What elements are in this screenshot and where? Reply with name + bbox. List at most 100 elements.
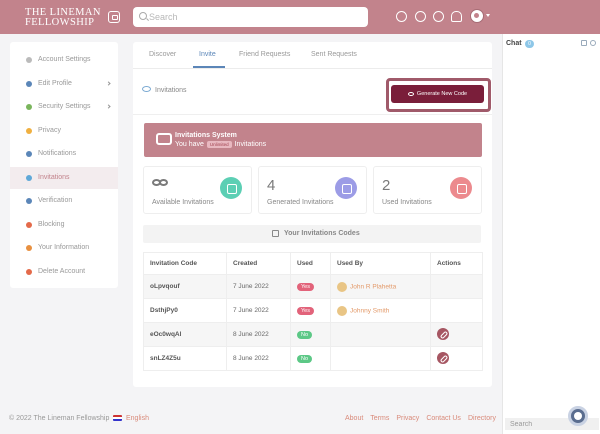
chevron-right-icon bbox=[106, 104, 111, 109]
messages-icon[interactable] bbox=[433, 11, 444, 22]
table-row: DsthjPy0 7 June 2022 Yes Johnny Smith bbox=[143, 298, 483, 323]
bell-icon bbox=[26, 151, 32, 157]
global-search[interactable] bbox=[133, 7, 368, 27]
block-icon bbox=[26, 221, 32, 228]
sidebar-item-label: Your Information bbox=[38, 244, 90, 251]
user-icon bbox=[26, 80, 32, 87]
unlimited-badge: Unlimited bbox=[206, 141, 232, 148]
eye-icon bbox=[407, 92, 414, 96]
created-cell: 7 June 2022 bbox=[226, 274, 291, 299]
friends-icon[interactable] bbox=[415, 11, 426, 22]
footer-link[interactable]: Contact Us bbox=[426, 415, 461, 422]
copy-link-button[interactable] bbox=[437, 351, 449, 364]
sidebar-item[interactable]: Your Information bbox=[10, 237, 118, 259]
sidebar-item-label: Invitations bbox=[38, 173, 70, 181]
gear-icon[interactable] bbox=[590, 40, 596, 46]
user-avatar[interactable] bbox=[470, 9, 484, 23]
chevron-down-icon[interactable] bbox=[486, 14, 490, 17]
stat-available: Available Invitations bbox=[143, 166, 252, 214]
check-icon bbox=[26, 198, 32, 204]
footer-link[interactable]: Directory bbox=[468, 415, 496, 422]
used-status-badge: No bbox=[297, 354, 313, 363]
invitation-code-cell: eOc0wqAl bbox=[143, 322, 227, 347]
add-circle-icon[interactable] bbox=[396, 11, 407, 22]
mail-icon bbox=[335, 177, 357, 199]
used-cell: No bbox=[290, 346, 331, 371]
sidebar-item[interactable]: Security Settings bbox=[10, 96, 118, 118]
sidebar-item[interactable]: Blocking bbox=[10, 214, 118, 236]
stat-label: Used Invitations bbox=[382, 199, 432, 206]
generate-button-label: Generate New Code bbox=[416, 91, 468, 97]
trash-icon bbox=[26, 268, 32, 275]
main-content: Discover Invite Friend Requests Sent Req… bbox=[133, 42, 492, 387]
tab-invite[interactable]: Invite bbox=[199, 51, 216, 58]
ticket-icon bbox=[156, 133, 172, 145]
sidebar-item[interactable]: Invitations bbox=[10, 166, 118, 189]
codes-title: Your Invitations Codes bbox=[284, 230, 360, 237]
table-row: oLpvqouf 7 June 2022 Yes John R Plahetta bbox=[143, 274, 483, 299]
sidebar-item-label: Account Settings bbox=[38, 56, 91, 63]
created-cell: 8 June 2022 bbox=[226, 322, 291, 347]
actions-cell bbox=[430, 298, 483, 323]
eye-icon bbox=[142, 86, 151, 92]
used-status-badge: Yes bbox=[297, 306, 314, 315]
sidebar-item[interactable]: Account Settings bbox=[10, 49, 118, 71]
sidebar-item-label: Verification bbox=[38, 197, 73, 204]
sidebar-item-label: Delete Account bbox=[38, 267, 86, 275]
used-by-link[interactable]: John R Plahetta bbox=[350, 283, 396, 290]
tab-discover[interactable]: Discover bbox=[149, 51, 176, 58]
section-divider bbox=[133, 114, 492, 115]
copy-link-button[interactable] bbox=[437, 327, 449, 340]
language-selector[interactable]: English bbox=[126, 415, 149, 422]
stat-used: 2 Used Invitations bbox=[373, 166, 482, 214]
chat-launcher-button[interactable] bbox=[568, 406, 588, 426]
search-icon bbox=[139, 12, 147, 20]
codes-header: Your Invitations Codes bbox=[143, 225, 481, 243]
chevron-right-icon bbox=[106, 80, 111, 86]
site-logo[interactable]: The Lineman Fellowship bbox=[25, 7, 101, 28]
sidebar-item[interactable]: Delete Account bbox=[10, 261, 118, 283]
footer-link[interactable]: Terms bbox=[370, 415, 389, 422]
inbox-icon bbox=[450, 177, 472, 199]
column-header: Invitation Code bbox=[143, 252, 227, 275]
sidebar-item[interactable]: Privacy bbox=[10, 120, 118, 142]
edit-icon[interactable] bbox=[581, 40, 587, 46]
table-row: snLZ4Z5u 8 June 2022 No bbox=[143, 346, 483, 371]
created-cell: 8 June 2022 bbox=[226, 346, 291, 371]
footer-links: About Terms Privacy Contact Us Directory bbox=[345, 415, 503, 422]
footer-link[interactable]: About bbox=[345, 415, 363, 422]
banner-suffix: Invitations bbox=[234, 141, 267, 148]
sidebar-item[interactable]: Notifications bbox=[10, 143, 118, 165]
shield-icon bbox=[26, 104, 32, 110]
stat-generated: 4 Generated Invitations bbox=[258, 166, 367, 214]
table-row: eOc0wqAl 8 June 2022 No bbox=[143, 322, 483, 347]
tab-friend-requests[interactable]: Friend Requests bbox=[239, 51, 290, 58]
stat-value: 4 bbox=[267, 177, 276, 194]
sidebar-item[interactable]: Edit Profile bbox=[10, 73, 118, 95]
used-by-cell bbox=[330, 322, 431, 347]
used-cell: Yes bbox=[290, 298, 331, 323]
used-cell: Yes bbox=[290, 274, 331, 299]
code-icon bbox=[272, 230, 279, 237]
sidebar-item-label: Notifications bbox=[38, 150, 77, 157]
sidebar-item-label: Security Settings bbox=[38, 103, 91, 110]
chat-title: Chat bbox=[506, 40, 522, 47]
settings-sidebar: Account Settings Edit Profile Security Set… bbox=[10, 42, 118, 288]
tab-sent-requests[interactable]: Sent Requests bbox=[311, 51, 357, 58]
bell-icon[interactable] bbox=[451, 11, 462, 22]
sidebar-item[interactable]: Verification bbox=[10, 190, 118, 212]
search-input[interactable] bbox=[149, 9, 359, 25]
gear-icon bbox=[26, 57, 32, 63]
used-by-link[interactable]: Johnny Smith bbox=[350, 307, 389, 314]
eye-icon bbox=[26, 174, 32, 181]
tabs-divider bbox=[133, 68, 492, 69]
avatar[interactable] bbox=[337, 281, 347, 292]
invitation-code-cell: oLpvqouf bbox=[143, 274, 227, 299]
stat-label: Generated Invitations bbox=[267, 199, 334, 206]
footer-link[interactable]: Privacy bbox=[396, 415, 419, 422]
column-header: Used By bbox=[330, 252, 431, 275]
generate-new-code-button[interactable]: Generate New Code bbox=[391, 85, 484, 103]
stat-label: Available Invitations bbox=[152, 199, 214, 206]
home-icon[interactable] bbox=[108, 11, 120, 23]
avatar[interactable] bbox=[337, 305, 347, 316]
